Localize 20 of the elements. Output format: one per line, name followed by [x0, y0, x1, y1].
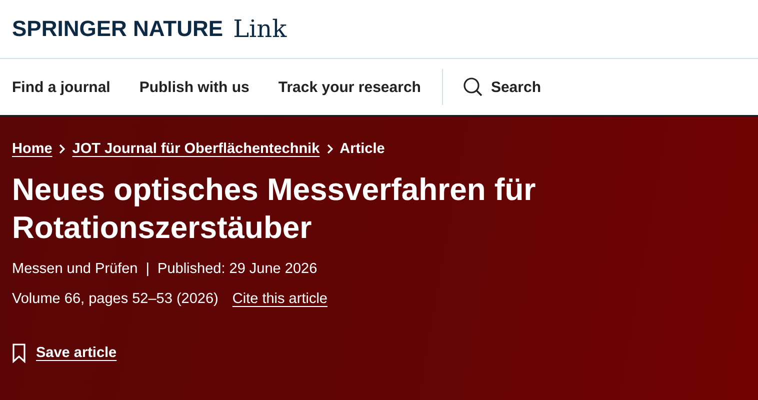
brand-logo[interactable]: SPRINGER NATURE: [12, 16, 224, 42]
nav-link[interactable]: Find a journal: [12, 78, 110, 96]
breadcrumb-link[interactable]: Home: [12, 141, 52, 157]
breadcrumb-link[interactable]: JOT Journal für Oberflächentechnik: [72, 141, 320, 157]
published-date: Published: 29 June 2026: [158, 261, 318, 277]
search-button[interactable]: Search: [462, 77, 541, 97]
save-article-button[interactable]: Save article: [12, 343, 117, 363]
chevron-icon: [58, 144, 66, 154]
breadcrumb-current: Article: [340, 141, 385, 157]
article-subject: Messen und Prüfen: [12, 261, 138, 277]
product-name: Link: [233, 15, 287, 43]
nav-link[interactable]: Track your research: [278, 78, 421, 96]
cite-link[interactable]: Cite this article: [232, 291, 328, 307]
bookmark-icon: [12, 343, 26, 363]
nav-link[interactable]: Publish with us: [139, 78, 250, 96]
article-title: Neues optisches Messverfahren für Rotationszerstäuber: [12, 171, 537, 247]
chevron-icon: [326, 144, 334, 154]
search-icon: [462, 77, 483, 97]
separator: |: [146, 261, 150, 277]
volume-pages: Volume 66, pages 52–53 (2026): [12, 291, 218, 307]
